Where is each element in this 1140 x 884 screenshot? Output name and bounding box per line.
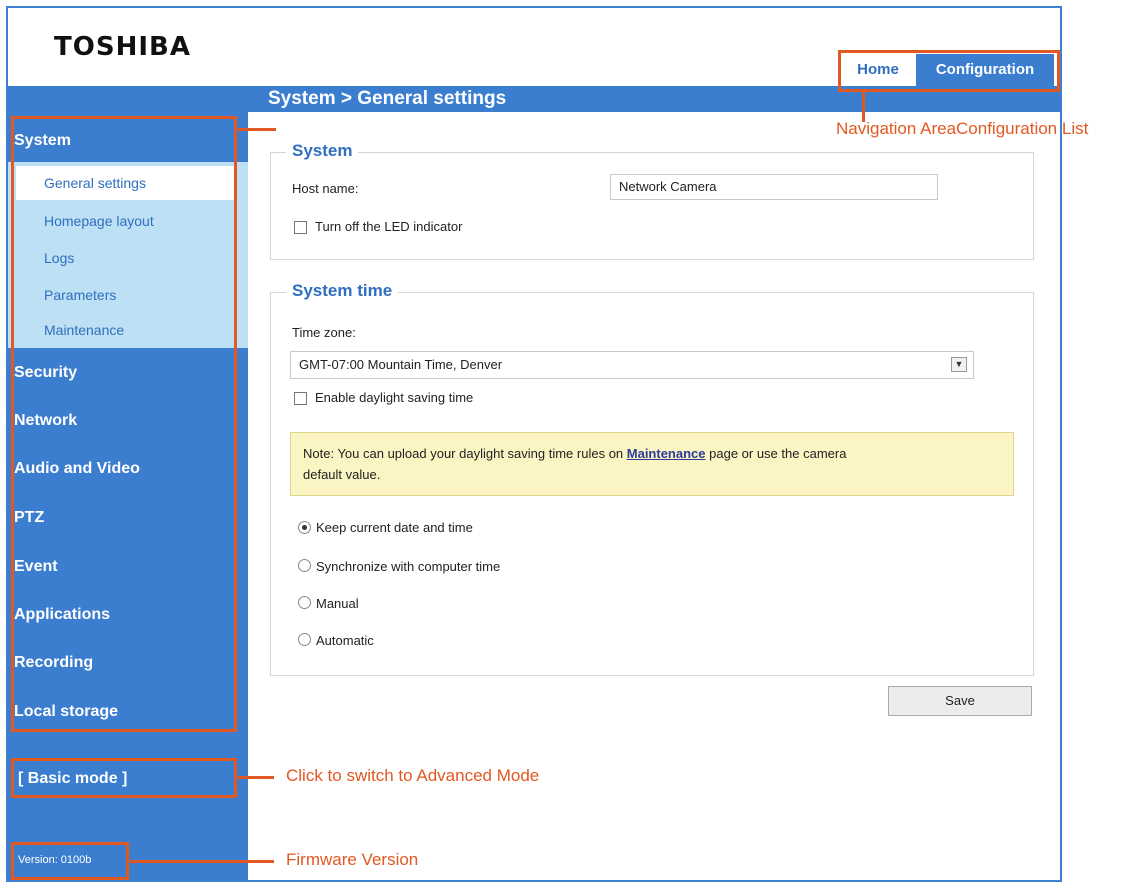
time-zone-value: GMT-07:00 Mountain Time, Denver xyxy=(299,357,503,372)
led-indicator-label: Turn off the LED indicator xyxy=(315,219,463,234)
daylight-note: Note: You can upload your daylight savin… xyxy=(290,432,1014,496)
time-zone-select[interactable]: GMT-07:00 Mountain Time, Denver ▼ xyxy=(290,351,974,379)
annotation-box-basic-mode xyxy=(11,758,237,798)
annotation-line-top-nav xyxy=(862,92,865,122)
system-fieldset xyxy=(270,152,1034,260)
note-suffix: page or use the camera xyxy=(705,446,847,461)
system-time-legend: System time xyxy=(286,281,399,301)
annotation-line-basic-mode xyxy=(238,776,274,779)
led-indicator-checkbox[interactable] xyxy=(294,221,307,234)
annotation-firmware-version: Firmware Version xyxy=(286,850,419,869)
maintenance-link[interactable]: Maintenance xyxy=(627,446,706,461)
radio-keep-current[interactable] xyxy=(298,521,311,534)
save-button[interactable]: Save xyxy=(888,686,1032,716)
time-zone-label: Time zone: xyxy=(292,325,356,340)
radio-manual[interactable] xyxy=(298,596,311,609)
daylight-saving-label: Enable daylight saving time xyxy=(315,390,474,405)
annotation-line-version xyxy=(130,860,274,863)
note-prefix: Note: You can upload your daylight savin… xyxy=(303,446,627,461)
host-name-label: Host name: xyxy=(292,181,359,196)
note-line-2: default value. xyxy=(303,467,381,482)
radio-sync-computer[interactable] xyxy=(298,559,311,572)
radio-manual-label: Manual xyxy=(316,596,359,611)
note-text: Note: You can upload your daylight savin… xyxy=(303,443,1003,485)
brand-logo: TOSHIBA xyxy=(54,32,191,62)
annotation-advanced-mode: Click to switch to Advanced Mode xyxy=(286,766,540,785)
daylight-saving-checkbox[interactable] xyxy=(294,392,307,405)
chevron-down-icon[interactable]: ▼ xyxy=(951,357,967,372)
system-legend: System xyxy=(286,141,359,161)
annotation-line-sidebar xyxy=(238,128,276,131)
annotation-navigation-area: Navigation AreaConfiguration List xyxy=(836,119,1089,138)
annotation-box-version xyxy=(11,842,129,880)
radio-sync-computer-label: Synchronize with computer time xyxy=(316,559,501,574)
annotation-box-top-nav xyxy=(838,50,1060,92)
radio-automatic[interactable] xyxy=(298,633,311,646)
annotation-box-sidebar xyxy=(11,116,237,732)
host-name-input[interactable]: Network Camera xyxy=(610,174,938,200)
radio-keep-current-label: Keep current date and time xyxy=(316,520,473,535)
radio-automatic-label: Automatic xyxy=(316,633,374,648)
breadcrumb: System > General settings xyxy=(268,88,507,109)
